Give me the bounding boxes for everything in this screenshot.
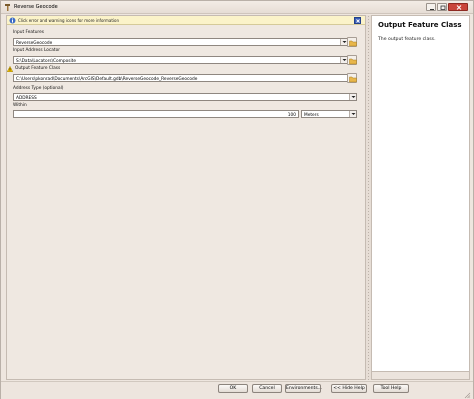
browse-output-button[interactable] — [347, 73, 357, 83]
address-locator-combo[interactable]: S:\Data\Locators\Composite — [13, 56, 348, 64]
folder-icon — [349, 58, 357, 65]
maximize-button[interactable] — [437, 3, 447, 11]
title-bar[interactable]: Reverse Geocode — [1, 1, 473, 14]
hammer-icon — [4, 3, 12, 11]
address-locator-label: Input Address Locator — [13, 48, 60, 53]
address-type-value: ADDRESS — [16, 95, 37, 101]
input-features-label: Input Features — [13, 30, 44, 35]
browse-input-features-button[interactable] — [347, 37, 357, 47]
folder-icon — [349, 76, 357, 83]
address-type-combo[interactable]: ADDRESS — [13, 93, 357, 101]
help-pane: Output Feature Class The output feature … — [371, 15, 470, 380]
warning-icon[interactable] — [6, 65, 14, 74]
browse-address-locator-button[interactable] — [347, 55, 357, 65]
within-unit-combo[interactable]: Meters — [301, 110, 357, 118]
info-icon — [9, 17, 16, 26]
resize-grip-icon[interactable] — [463, 391, 471, 399]
output-feature-class-label: Output Feature Class — [15, 66, 61, 71]
hide-help-button[interactable]: << Hide Help — [331, 384, 367, 393]
chevron-down-icon[interactable] — [340, 57, 347, 63]
chevron-down-icon[interactable] — [340, 39, 347, 45]
close-info-button[interactable] — [354, 17, 361, 24]
minimize-button[interactable] — [426, 3, 436, 11]
address-locator-value: S:\Data\Locators\Composite — [16, 58, 76, 64]
folder-icon — [349, 40, 357, 47]
chevron-down-icon[interactable] — [349, 111, 356, 117]
within-distance-input[interactable]: 100 — [13, 110, 299, 118]
help-body: The output feature class. — [378, 37, 436, 42]
ok-button[interactable]: OK — [218, 384, 248, 393]
cancel-button[interactable]: Cancel — [252, 384, 282, 393]
help-pane-footer — [372, 371, 469, 379]
within-unit-value: Meters — [304, 112, 319, 118]
environments-button[interactable]: Environments... — [285, 384, 322, 393]
parameters-pane: Click error and warning icons for more i… — [6, 15, 366, 380]
input-features-value: ReverseGeocode — [16, 40, 53, 46]
within-distance-value: 100 — [287, 112, 296, 118]
output-feature-class-value: C:\Users\pkonrad\Documents\ArcGIS\Defaul… — [16, 76, 198, 82]
output-feature-class-field[interactable]: C:\Users\pkonrad\Documents\ArcGIS\Defaul… — [13, 74, 348, 82]
input-features-combo[interactable]: ReverseGeocode — [13, 38, 348, 46]
help-title: Output Feature Class — [378, 21, 462, 29]
tool-help-button[interactable]: Tool Help — [373, 384, 409, 393]
chevron-down-icon[interactable] — [349, 94, 356, 100]
close-window-button[interactable] — [448, 3, 468, 11]
info-message: Click error and warning icons for more i… — [18, 18, 119, 23]
tool-dialog: Reverse Geocode Click error and warning … — [0, 0, 474, 399]
within-label: Within — [13, 103, 27, 108]
window-title: Reverse Geocode — [14, 4, 58, 10]
address-type-label: Address Type (optional) — [13, 86, 64, 91]
info-bar: Click error and warning icons for more i… — [7, 16, 365, 25]
button-bar: OK Cancel Environments... << Hide Help T… — [1, 381, 473, 399]
